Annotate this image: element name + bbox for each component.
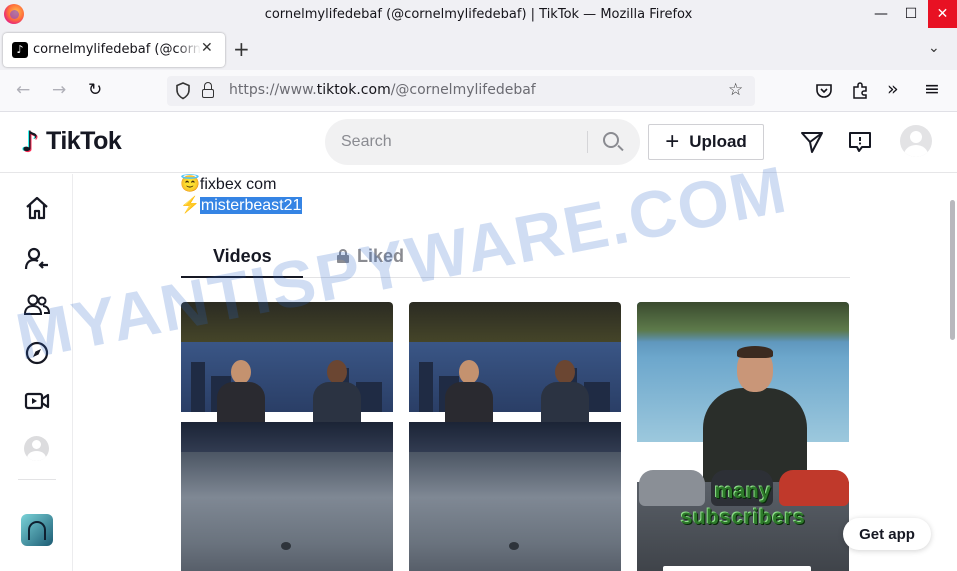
lightning-emoji-icon: ⚡ bbox=[180, 197, 200, 214]
maximize-button[interactable]: ☐ bbox=[894, 0, 928, 28]
active-tab-underline bbox=[181, 276, 303, 278]
bookmark-star-icon[interactable]: ☆ bbox=[728, 80, 743, 100]
tab-liked[interactable]: Liked bbox=[337, 246, 404, 267]
new-tab-button[interactable]: + bbox=[233, 38, 250, 60]
friends-icon[interactable] bbox=[24, 292, 50, 318]
video-caption-line-2: subscribers bbox=[680, 506, 806, 529]
inbox-icon[interactable] bbox=[847, 129, 873, 155]
tiktok-favicon-icon: ♪ bbox=[12, 42, 28, 58]
extensions-puzzle-icon[interactable] bbox=[851, 82, 869, 100]
tiktok-logo-icon[interactable]: ♪ ♪ ♪ bbox=[18, 127, 42, 158]
close-window-button[interactable]: ✕ bbox=[928, 0, 957, 28]
tracking-protection-shield-icon[interactable] bbox=[175, 82, 191, 100]
search-box bbox=[325, 119, 640, 165]
page-scrollbar[interactable] bbox=[950, 200, 955, 340]
search-input[interactable] bbox=[341, 131, 581, 153]
navigation-toolbar: ← → ↻ https://www.tiktok.com/@cornelmyli… bbox=[0, 70, 957, 112]
get-app-button[interactable]: Get app bbox=[843, 518, 931, 550]
bio-line-2: ⚡misterbeast21 bbox=[180, 195, 303, 215]
lock-icon bbox=[337, 249, 349, 263]
home-icon[interactable] bbox=[24, 195, 50, 221]
list-all-tabs-button[interactable]: ⌄ bbox=[928, 40, 940, 56]
url-bar[interactable]: https://www.tiktok.com/@cornelmylifedeba… bbox=[167, 76, 755, 106]
reload-button[interactable]: ↻ bbox=[88, 79, 102, 101]
upload-button[interactable]: + Upload bbox=[648, 124, 764, 160]
overflow-menu-button[interactable]: » bbox=[887, 78, 899, 100]
video-thumbnail[interactable] bbox=[409, 302, 621, 571]
tiktok-sidebar bbox=[0, 174, 73, 571]
sidebar-divider bbox=[18, 479, 56, 480]
app-menu-button[interactable]: ≡ bbox=[924, 78, 940, 100]
tab-title: cornelmylifedebaf (@cornelmylifedebaf) |… bbox=[33, 42, 201, 57]
video-caption-line-1: many bbox=[714, 480, 772, 503]
tab-strip: ♪ cornelmylifedebaf (@cornelmylifedebaf)… bbox=[0, 30, 957, 70]
profile-tabs: Videos Liked bbox=[181, 238, 850, 278]
video-overlay-bar bbox=[663, 566, 811, 571]
bio-text-1: fixbex com bbox=[199, 176, 277, 193]
search-divider bbox=[587, 131, 588, 153]
forward-button[interactable]: → bbox=[52, 79, 66, 101]
title-bar: cornelmylifedebaf (@cornelmylifedebaf) |… bbox=[0, 0, 957, 30]
url-text[interactable]: https://www.tiktok.com/@cornelmylifedeba… bbox=[229, 82, 536, 98]
user-avatar[interactable] bbox=[900, 125, 932, 157]
video-thumbnail[interactable]: many subscribers bbox=[637, 302, 849, 571]
lock-icon[interactable] bbox=[202, 82, 214, 98]
close-tab-button[interactable]: ✕ bbox=[201, 40, 213, 56]
angel-emoji-icon: 😇 bbox=[180, 176, 200, 193]
bio-text-2-selected[interactable]: misterbeast21 bbox=[199, 197, 303, 214]
bio-line-1: 😇fixbex com bbox=[180, 174, 276, 194]
minimize-button[interactable]: — bbox=[864, 0, 898, 28]
browser-window: cornelmylifedebaf (@cornelmylifedebaf) |… bbox=[0, 0, 957, 571]
pocket-icon[interactable] bbox=[815, 82, 833, 100]
live-video-icon[interactable] bbox=[24, 388, 50, 414]
effect-house-app-icon[interactable] bbox=[21, 514, 53, 546]
tiktok-logo-text[interactable]: TikTok bbox=[46, 127, 122, 156]
send-message-icon[interactable] bbox=[799, 129, 825, 155]
back-button[interactable]: ← bbox=[16, 79, 30, 101]
upload-label: Upload bbox=[689, 132, 747, 151]
video-thumbnail[interactable] bbox=[181, 302, 393, 571]
profile-avatar-icon[interactable] bbox=[24, 436, 49, 461]
following-icon[interactable] bbox=[24, 246, 50, 272]
explore-compass-icon[interactable] bbox=[24, 340, 50, 366]
tab-tiktok-profile[interactable]: ♪ cornelmylifedebaf (@cornelmylifedebaf)… bbox=[3, 33, 225, 67]
window-title: cornelmylifedebaf (@cornelmylifedebaf) |… bbox=[264, 7, 693, 22]
search-icon[interactable] bbox=[603, 132, 619, 148]
tiktok-header: ♪ ♪ ♪ TikTok + Upload bbox=[0, 113, 957, 173]
plus-icon: + bbox=[665, 128, 680, 155]
tab-videos[interactable]: Videos bbox=[213, 246, 272, 267]
profile-main: 😇fixbex com ⚡misterbeast21 Videos Liked bbox=[74, 174, 957, 571]
